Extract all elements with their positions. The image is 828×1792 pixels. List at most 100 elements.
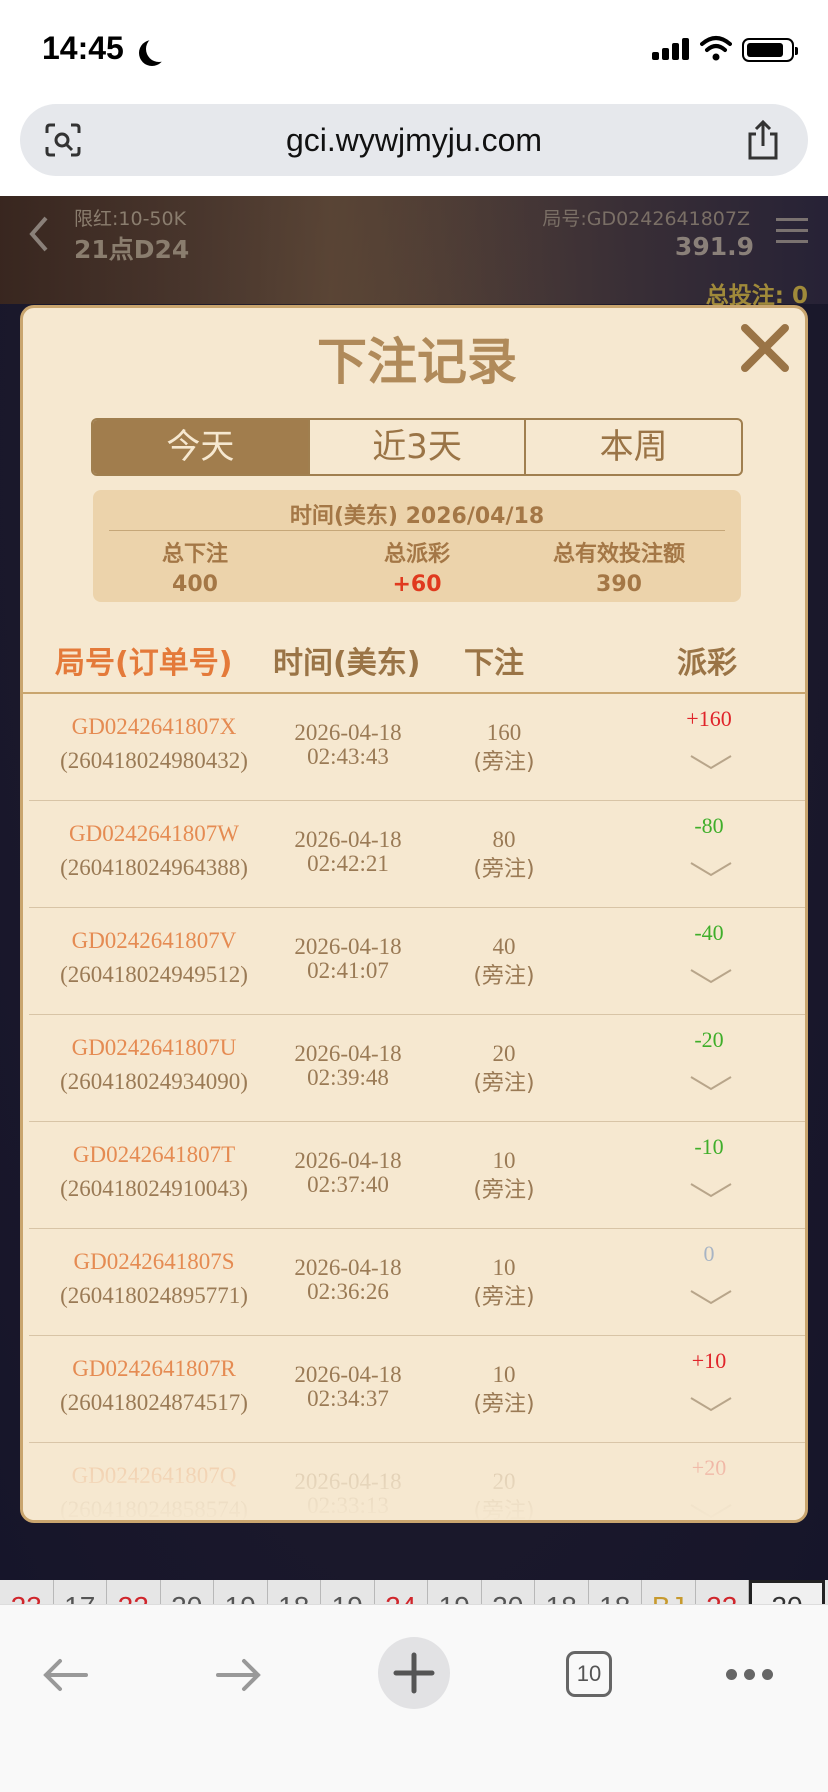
browser-forward-icon[interactable] xyxy=(214,1657,264,1693)
chevron-down-icon[interactable] xyxy=(689,754,733,770)
order-number: (260418024949512) xyxy=(60,962,248,987)
bet-type: (旁注) xyxy=(473,750,535,775)
bet-date: 2026-04-18 xyxy=(294,1041,402,1066)
bet-time: 02:41:07 xyxy=(307,958,389,983)
order-number: (260418024874517) xyxy=(60,1390,248,1415)
column-header-time: 时间(美东) xyxy=(273,646,421,681)
chevron-down-icon[interactable] xyxy=(689,1075,733,1091)
tab-switcher-button[interactable]: 10 xyxy=(566,1651,612,1697)
order-number: (260418024934090) xyxy=(60,1069,248,1094)
tab-this-week[interactable]: 本周 xyxy=(524,420,741,474)
chevron-down-icon[interactable] xyxy=(689,968,733,984)
summary-panel: 时间(美东) 2026/04/18 总下注 400 总派彩 +60 总有效投注额… xyxy=(93,490,741,602)
round-number: GD0242641807X xyxy=(71,714,237,739)
bet-time: 02:37:40 xyxy=(307,1172,389,1197)
new-tab-button[interactable] xyxy=(378,1637,450,1709)
browser-toolbar: 10 xyxy=(0,1604,828,1792)
order-number: (260418024964388) xyxy=(60,855,248,880)
payout-amount: -10 xyxy=(694,1134,724,1159)
bet-type: (旁注) xyxy=(473,964,535,989)
effective-bet-label: 总有效投注额 xyxy=(552,542,685,567)
back-icon[interactable] xyxy=(26,214,50,254)
share-icon[interactable] xyxy=(744,118,782,162)
bet-limit: 限红:10-50K xyxy=(74,208,187,230)
chevron-down-icon[interactable] xyxy=(689,1182,733,1198)
bet-type: (旁注) xyxy=(473,1285,535,1310)
bet-type: (旁注) xyxy=(473,857,535,882)
status-bar: 14:45 xyxy=(0,0,828,100)
tab-last-3-days[interactable]: 近3天 xyxy=(307,420,525,474)
bet-date: 2026-04-18 xyxy=(294,1148,402,1173)
total-bet-value: 400 xyxy=(172,572,218,597)
wifi-icon xyxy=(700,36,732,61)
bet-amount: 40 xyxy=(492,934,516,959)
order-number: (260418024980432) xyxy=(60,748,248,773)
column-header-payout: 派彩 xyxy=(677,646,737,681)
plus-icon xyxy=(393,1652,435,1694)
chevron-down-icon[interactable] xyxy=(689,1396,733,1412)
signal-icon xyxy=(652,38,690,60)
payout-amount: 0 xyxy=(703,1241,715,1266)
table-row[interactable]: GD0242641807U (260418024934090) 2026-04-18… xyxy=(29,1015,805,1122)
bet-amount: 80 xyxy=(492,827,516,852)
table-row[interactable]: GD0242641807W (260418024964388) 2026-04-18… xyxy=(29,801,805,908)
bet-time: 02:36:26 xyxy=(307,1279,389,1304)
round-number: 局号:GD0242641807Z xyxy=(542,208,750,230)
table-row[interactable]: GD0242641807X (260418024980432) 2026-04-18… xyxy=(29,694,805,801)
moon-icon xyxy=(146,36,172,62)
order-number: (260418024895771) xyxy=(60,1283,248,1308)
more-options-icon[interactable] xyxy=(726,1669,774,1681)
bet-date: 2026-04-18 xyxy=(294,720,402,745)
round-number: GD0242641807S xyxy=(73,1249,235,1274)
game-header: 限红:10-50K 21点D24 局号:GD0242641807Z 391.9 xyxy=(0,196,828,304)
bet-time: 02:43:43 xyxy=(307,744,389,769)
total-payout-value: +60 xyxy=(392,572,442,597)
payout-amount: -20 xyxy=(694,1027,724,1052)
payout-amount: -40 xyxy=(694,920,724,945)
total-bet-label: 总下注 xyxy=(161,542,228,567)
order-number: (260418024910043) xyxy=(60,1176,248,1201)
bet-amount: 10 xyxy=(492,1148,516,1173)
column-header-round: 局号(订单号) xyxy=(55,646,233,681)
bet-date: 2026-04-18 xyxy=(294,1255,402,1280)
tab-today[interactable]: 今天 xyxy=(93,420,308,474)
bet-date: 2026-04-18 xyxy=(294,1362,402,1387)
scroll-fade xyxy=(23,1440,805,1520)
table-row[interactable]: GD0242641807T (260418024910043) 2026-04-18… xyxy=(29,1122,805,1229)
table-row[interactable]: GD0242641807V (260418024949512) 2026-04-18… xyxy=(29,908,805,1015)
table-name: 21点D24 xyxy=(74,235,190,264)
payout-amount: +10 xyxy=(691,1348,727,1373)
bet-record-modal: 下注记录 今天 近3天 本周 时间(美东) 2026/04/18 总下注 400… xyxy=(20,305,808,1523)
bet-time: 02:34:37 xyxy=(307,1386,389,1411)
status-time: 14:45 xyxy=(42,30,124,66)
address-bar[interactable]: gci.wywjmyju.com xyxy=(20,104,808,176)
date-range-tabs: 今天 近3天 本周 xyxy=(91,418,743,476)
battery-icon xyxy=(742,38,798,62)
menu-icon[interactable] xyxy=(776,218,808,246)
balance: 391.9 xyxy=(674,232,754,261)
effective-bet-value: 390 xyxy=(596,572,642,597)
bet-amount: 10 xyxy=(492,1362,516,1387)
bet-amount: 160 xyxy=(486,720,522,745)
chevron-down-icon[interactable] xyxy=(689,1289,733,1305)
bet-date: 2026-04-18 xyxy=(294,934,402,959)
column-header-bet: 下注 xyxy=(464,646,524,681)
url-text[interactable]: gci.wywjmyju.com xyxy=(20,122,808,159)
bet-amount: 10 xyxy=(492,1255,516,1280)
bet-amount: 20 xyxy=(492,1041,516,1066)
summary-date: 时间(美东) 2026/04/18 xyxy=(289,504,545,529)
close-icon[interactable] xyxy=(739,322,791,374)
round-number: GD0242641807U xyxy=(71,1035,237,1060)
round-number: GD0242641807W xyxy=(69,821,239,846)
bet-type: (旁注) xyxy=(473,1392,535,1417)
bet-time: 02:39:48 xyxy=(307,1065,389,1090)
bet-type: (旁注) xyxy=(473,1071,535,1096)
modal-title: 下注记录 xyxy=(317,333,517,391)
divider xyxy=(109,530,725,531)
browser-back-icon[interactable] xyxy=(40,1657,90,1693)
table-row[interactable]: GD0242641807S (260418024895771) 2026-04-18… xyxy=(29,1229,805,1336)
round-number: GD0242641807R xyxy=(72,1356,236,1381)
bet-type: (旁注) xyxy=(473,1178,535,1203)
table-row[interactable]: GD0242641807R (260418024874517) 2026-04-18… xyxy=(29,1336,805,1443)
chevron-down-icon[interactable] xyxy=(689,861,733,877)
